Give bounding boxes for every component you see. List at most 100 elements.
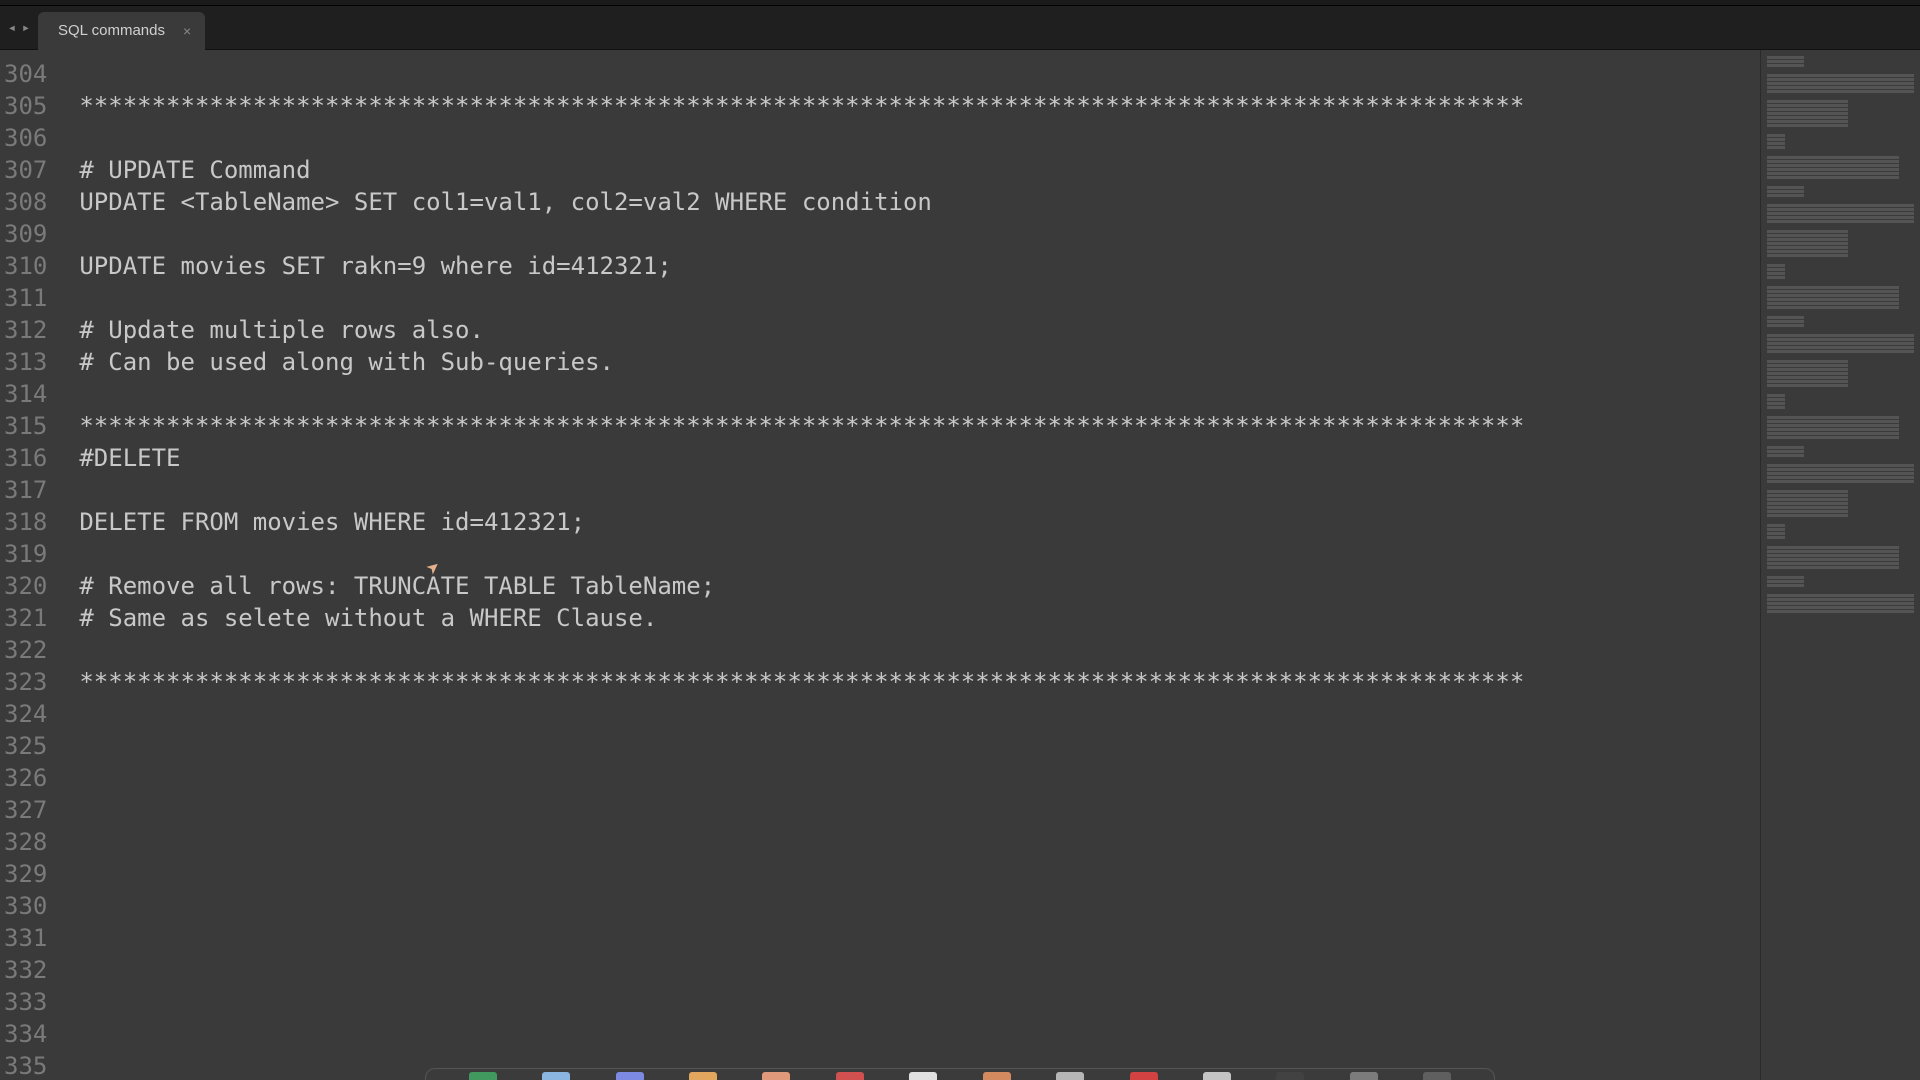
tab-nav-back-icon[interactable]: ◂: [6, 20, 18, 36]
line-number: 313: [4, 346, 47, 378]
code-line[interactable]: [79, 858, 1760, 890]
minimap-line: [1767, 272, 1785, 275]
code-line[interactable]: # Remove all rows: TRUNCATE TABLE TableN…: [79, 570, 1760, 602]
dock-app-icon[interactable]: [689, 1072, 717, 1080]
dock-app-icon[interactable]: [909, 1072, 937, 1080]
minimap-line: [1767, 290, 1899, 293]
dock-app-icon[interactable]: [542, 1072, 570, 1080]
editor[interactable]: 3043053063073083093103113123133143153163…: [0, 50, 1760, 1080]
code-line[interactable]: # Update multiple rows also.: [79, 314, 1760, 346]
line-number: 310: [4, 250, 47, 282]
minimap-line: [1767, 230, 1848, 233]
code-line[interactable]: # UPDATE Command: [79, 154, 1760, 186]
code-line[interactable]: [79, 58, 1760, 90]
code-line[interactable]: ****************************************…: [79, 410, 1760, 442]
minimap-line: [1767, 476, 1914, 479]
minimap-line: [1767, 64, 1804, 67]
minimap-line: [1767, 160, 1899, 163]
dock-app-icon[interactable]: [1276, 1072, 1304, 1080]
tab-title: SQL commands: [58, 22, 165, 39]
minimap-line: [1767, 342, 1914, 345]
minimap-line: [1767, 472, 1914, 475]
line-number: 304: [4, 58, 47, 90]
dock-app-icon[interactable]: [1350, 1072, 1378, 1080]
line-number: 320: [4, 570, 47, 602]
minimap-line: [1767, 584, 1804, 587]
dock-app-icon[interactable]: [836, 1072, 864, 1080]
code-line[interactable]: [79, 762, 1760, 794]
minimap-line: [1767, 338, 1914, 341]
minimap-line: [1767, 176, 1899, 179]
code-line[interactable]: [79, 282, 1760, 314]
code-line[interactable]: # Same as selete without a WHERE Clause.: [79, 602, 1760, 634]
code-line[interactable]: UPDATE <TableName> SET col1=val1, col2=v…: [79, 186, 1760, 218]
tab-sql-commands[interactable]: SQL commands ×: [38, 12, 205, 50]
minimap-line: [1767, 498, 1848, 501]
code-line[interactable]: [79, 922, 1760, 954]
code-line[interactable]: [79, 794, 1760, 826]
tab-close-icon[interactable]: ×: [183, 24, 191, 38]
code-line[interactable]: [79, 986, 1760, 1018]
minimap-line: [1767, 124, 1848, 127]
code-line[interactable]: [79, 538, 1760, 570]
minimap-line: [1767, 536, 1785, 539]
code-line[interactable]: [79, 634, 1760, 666]
code-line[interactable]: ****************************************…: [79, 666, 1760, 698]
minimap-line: [1767, 238, 1848, 241]
dock-app-icon[interactable]: [1056, 1072, 1084, 1080]
dock-app-icon[interactable]: [1130, 1072, 1158, 1080]
code-line[interactable]: #DELETE: [79, 442, 1760, 474]
line-number-gutter: 3043053063073083093103113123133143153163…: [0, 50, 59, 1080]
line-number: 330: [4, 890, 47, 922]
dock-app-icon[interactable]: [1423, 1072, 1451, 1080]
minimap-line: [1767, 316, 1804, 319]
code-line[interactable]: [79, 122, 1760, 154]
minimap-line: [1767, 610, 1914, 613]
minimap-line: [1767, 494, 1848, 497]
minimap-line: [1767, 376, 1848, 379]
dock-app-icon[interactable]: [983, 1072, 1011, 1080]
minimap-line: [1767, 554, 1899, 557]
minimap-line: [1767, 134, 1785, 137]
minimap-line: [1767, 402, 1785, 405]
code-line[interactable]: [79, 474, 1760, 506]
code-area[interactable]: ****************************************…: [59, 50, 1760, 1080]
code-line[interactable]: # Can be used along with Sub-queries.: [79, 346, 1760, 378]
line-number: 318: [4, 506, 47, 538]
code-line[interactable]: [79, 1018, 1760, 1050]
minimap-line: [1767, 56, 1804, 59]
minimap-line: [1767, 204, 1914, 207]
code-line[interactable]: [79, 218, 1760, 250]
minimap-line: [1767, 524, 1785, 527]
line-number: 332: [4, 954, 47, 986]
code-line[interactable]: [79, 378, 1760, 410]
minimap-line: [1767, 264, 1785, 267]
code-line[interactable]: [79, 826, 1760, 858]
code-line[interactable]: ****************************************…: [79, 90, 1760, 122]
minimap-line: [1767, 580, 1804, 583]
dock-app-icon[interactable]: [1203, 1072, 1231, 1080]
tab-nav-forward-icon[interactable]: ▸: [20, 20, 32, 36]
minimap-line: [1767, 532, 1785, 535]
code-line[interactable]: [79, 954, 1760, 986]
line-number: 328: [4, 826, 47, 858]
minimap[interactable]: [1760, 50, 1920, 1080]
dock-app-icon[interactable]: [616, 1072, 644, 1080]
code-line[interactable]: [79, 730, 1760, 762]
minimap-line: [1767, 372, 1848, 375]
line-number: 321: [4, 602, 47, 634]
code-line[interactable]: [79, 890, 1760, 922]
line-number: 315: [4, 410, 47, 442]
code-line[interactable]: DELETE FROM movies WHERE id=412321;: [79, 506, 1760, 538]
minimap-line: [1767, 86, 1914, 89]
code-line[interactable]: UPDATE movies SET rakn=9 where id=412321…: [79, 250, 1760, 282]
dock-app-icon[interactable]: [762, 1072, 790, 1080]
minimap-line: [1767, 514, 1848, 517]
minimap-line: [1767, 246, 1848, 249]
line-number: 306: [4, 122, 47, 154]
code-line[interactable]: [79, 698, 1760, 730]
dock[interactable]: [425, 1068, 1495, 1080]
minimap-line: [1767, 350, 1914, 353]
minimap-line: [1767, 432, 1899, 435]
dock-app-icon[interactable]: [469, 1072, 497, 1080]
